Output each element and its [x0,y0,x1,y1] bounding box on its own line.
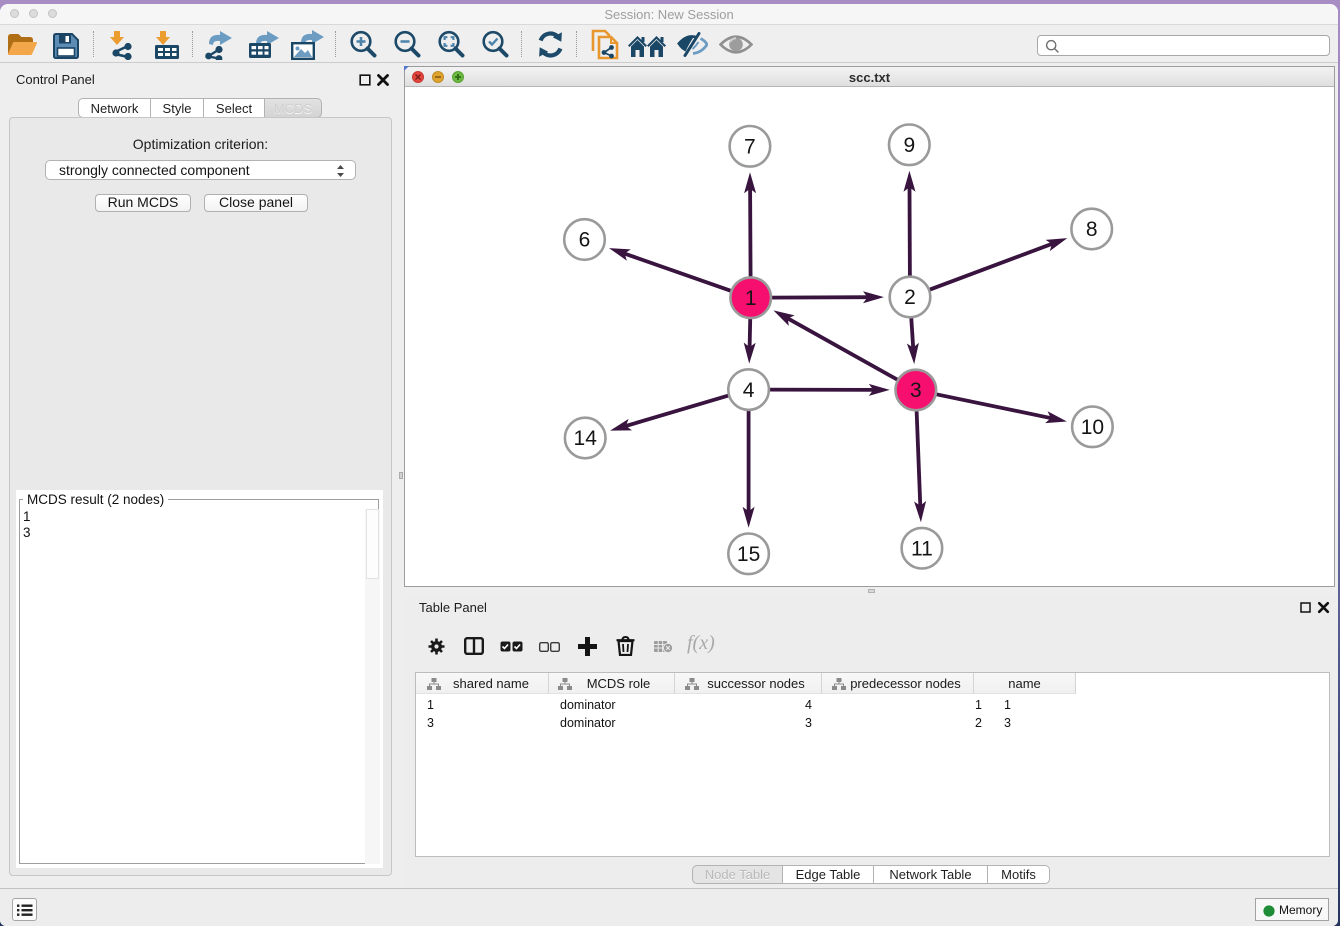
svg-text:4: 4 [743,379,755,402]
svg-text:2: 2 [904,286,916,309]
svg-text:1: 1 [745,287,757,310]
svg-text:14: 14 [574,427,598,450]
svg-text:9: 9 [903,134,915,157]
svg-text:11: 11 [911,537,933,560]
svg-text:10: 10 [1081,416,1104,439]
svg-text:15: 15 [737,543,760,566]
svg-text:6: 6 [579,229,591,252]
svg-text:3: 3 [910,379,922,402]
svg-text:7: 7 [744,136,756,159]
svg-text:8: 8 [1086,218,1098,241]
